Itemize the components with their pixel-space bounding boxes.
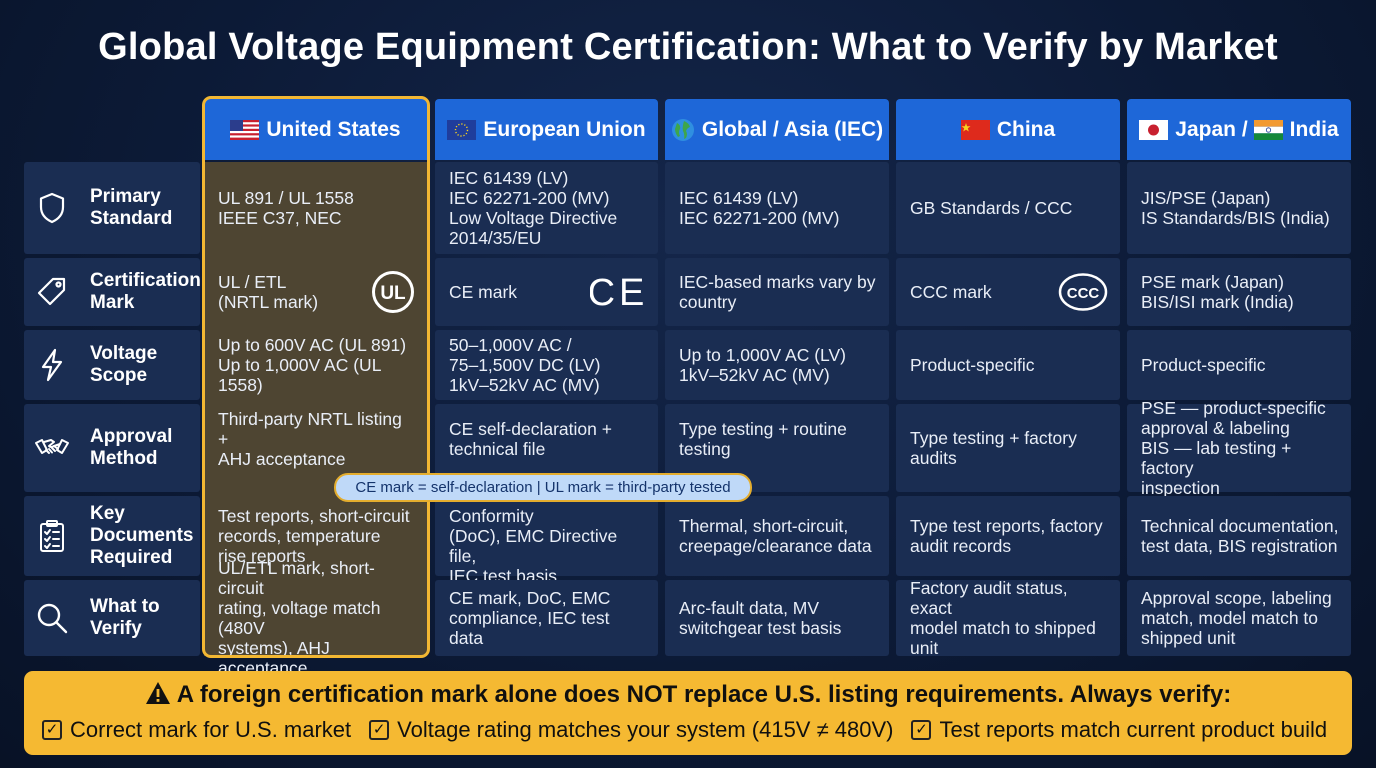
row-label: Primary Standard: [90, 186, 173, 229]
column-label: Global / Asia (IEC): [701, 117, 884, 141]
row-header-approval-method: Approval Method: [24, 404, 200, 492]
cell-iec-voltage-scope: Up to 1,000V AC (LV) 1kV–52kV AC (MV): [665, 330, 889, 400]
check-item: ✓ Correct mark for U.S. market: [42, 717, 351, 743]
column-header-japan-india: Japan / India: [1127, 99, 1351, 160]
cell-japan-india-voltage-scope: Product-specific: [1127, 330, 1351, 400]
cell-eu-key-documents: Declaration of Conformity (DoC), EMC Dir…: [435, 486, 658, 586]
magnifier-icon: [37, 603, 68, 634]
ul-mark-icon: UL: [372, 271, 414, 313]
cell-iec-certification-mark: IEC-based marks vary by country: [665, 258, 889, 326]
cell-japan-india-approval-method: PSE — product-specific approval & labeli…: [1127, 398, 1351, 498]
column-header-china: China: [896, 99, 1120, 160]
lightning-icon: [41, 348, 63, 382]
ce-vs-ul-callout: CE mark = self-declaration | UL mark = t…: [334, 473, 752, 502]
row-label: Approval Method: [90, 426, 173, 469]
shield-icon: [39, 192, 65, 224]
checkbox-icon: ✓: [369, 720, 390, 740]
cell-us-what-to-verify: UL/ETL mark, short-circuit rating, volta…: [218, 558, 381, 678]
us-flag: [230, 119, 260, 140]
check-item: ✓ Test reports match current product bui…: [911, 717, 1327, 743]
cell-us-primary-standard: UL 891 / UL 1558 IEEE C37, NEC: [218, 188, 354, 228]
column-header-european-union: European Union: [435, 99, 658, 160]
row-header-primary-standard: Primary Standard: [24, 162, 200, 254]
row-header-key-documents: Key Documents Required: [24, 496, 200, 576]
cell-iec-primary-standard: IEC 61439 (LV) IEC 62271-200 (MV): [665, 162, 889, 254]
column-header-united-states: United States: [204, 99, 427, 160]
check-item: ✓ Voltage rating matches your system (41…: [369, 717, 893, 743]
eu-flag: [447, 119, 477, 140]
cell-china-primary-standard: GB Standards / CCC: [896, 162, 1120, 254]
cell-us-voltage-scope: Up to 600V AC (UL 891) Up to 1,000V AC (…: [218, 335, 407, 395]
column-label: European Union: [483, 117, 646, 141]
clipboard-icon: [40, 520, 64, 552]
svg-text:CE: CE: [590, 272, 646, 312]
cell-china-what-to-verify: Factory audit status, exact model match …: [896, 578, 1120, 658]
cell-eu-certification-mark: CE mark CE: [435, 258, 658, 326]
certification-table: United States European Union Global / As…: [0, 0, 1376, 768]
column-label: Japan /: [1175, 117, 1248, 141]
warning-line: A foreign certification mark alone does …: [24, 681, 1352, 709]
row-header-voltage-scope: Voltage Scope: [24, 330, 200, 400]
cell-us-certification-mark: UL / ETL (NRTL mark) UL: [204, 258, 427, 326]
cell-japan-india-key-documents: Technical documentation, test data, BIS …: [1127, 496, 1351, 576]
cell-china-certification-mark: CCC mark CCC: [896, 258, 1120, 326]
cell-china-approval-method: Type testing + factory audits: [896, 404, 1120, 492]
check-label: Voltage rating matches your system (415V…: [397, 717, 894, 742]
checkbox-icon: ✓: [911, 720, 932, 740]
globe-icon: [671, 118, 694, 141]
check-label: Correct mark for U.S. market: [70, 717, 352, 742]
column-label: United States: [266, 117, 401, 141]
warning-icon: [145, 682, 170, 704]
cell-iec-what-to-verify: Arc-fault data, MV switchgear test basis: [665, 580, 889, 656]
handshake-icon: [35, 439, 69, 454]
china-flag: [960, 119, 990, 140]
warning-text: A foreign certification mark alone does …: [176, 681, 1232, 708]
cell-japan-india-certification-mark: PSE mark (Japan) BIS/ISI mark (India): [1127, 258, 1351, 326]
row-label: Certification Mark: [90, 270, 201, 313]
cell-eu-primary-standard: IEC 61439 (LV) IEC 62271-200 (MV) Low Vo…: [435, 162, 658, 254]
row-label: What to Verify: [90, 596, 160, 639]
column-header-global-asia: Global / Asia (IEC): [665, 99, 889, 160]
warning-banner: A foreign certification mark alone does …: [24, 671, 1352, 755]
row-header-certification-mark: Certification Mark: [24, 258, 201, 326]
row-label: Key Documents Required: [90, 503, 194, 568]
cell-eu-what-to-verify: CE mark, DoC, EMC compliance, IEC test d…: [435, 580, 658, 656]
cell-china-voltage-scope: Product-specific: [896, 330, 1120, 400]
svg-text:UL: UL: [380, 283, 406, 304]
check-label: Test reports match current product build: [939, 717, 1328, 742]
verify-checklist: ✓ Correct mark for U.S. market ✓ Voltage…: [42, 717, 1345, 743]
tag-icon: [37, 277, 66, 306]
cell-china-key-documents: Type test reports, factory audit records: [896, 496, 1120, 576]
ce-mark-icon: CE: [590, 272, 646, 312]
column-label: India: [1289, 117, 1339, 141]
ccc-mark-icon: CCC: [1058, 273, 1108, 311]
row-header-what-to-verify: What to Verify: [24, 580, 200, 656]
checkbox-icon: ✓: [42, 720, 62, 740]
japan-flag: [1139, 119, 1169, 140]
svg-text:CCC: CCC: [1067, 285, 1100, 302]
row-label: Voltage Scope: [90, 343, 158, 386]
column-label: China: [996, 117, 1056, 141]
cell-japan-india-primary-standard: JIS/PSE (Japan) IS Standards/BIS (India): [1127, 162, 1351, 254]
india-flag: [1253, 119, 1283, 140]
cell-japan-india-what-to-verify: Approval scope, labeling match, model ma…: [1127, 580, 1351, 656]
cell-eu-voltage-scope: 50–1,000V AC / 75–1,500V DC (LV) 1kV–52k…: [435, 330, 658, 400]
cell-iec-key-documents: Thermal, short-circuit, creepage/clearan…: [665, 496, 889, 576]
